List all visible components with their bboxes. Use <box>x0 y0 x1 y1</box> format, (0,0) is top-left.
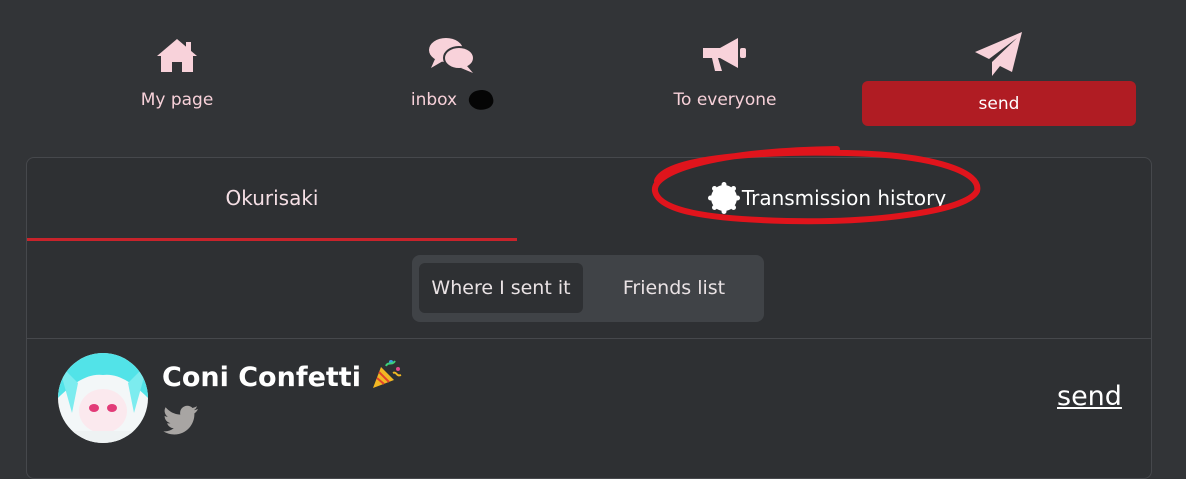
tab-transmission-history-label: Transmission history <box>741 186 947 210</box>
nav-my-page[interactable]: My page <box>40 26 314 126</box>
nav-send-label: send <box>978 93 1020 114</box>
badge-icon <box>707 182 740 214</box>
segmented-control: Where I sent it Friends list <box>412 255 764 322</box>
twitter-icon[interactable] <box>163 405 199 439</box>
user-name: Coni Confetti <box>162 357 403 398</box>
tab-okurisaki-label: Okurisaki <box>225 186 319 210</box>
redaction-mark <box>466 87 496 113</box>
nav-inbox[interactable]: inbox <box>315 26 589 126</box>
avatar[interactable] <box>58 353 148 443</box>
segment-where-i-sent-it-label: Where I sent it <box>431 277 571 299</box>
list-item: Coni Confetti send <box>27 339 1151 479</box>
segment-friends-list[interactable]: Friends list <box>590 263 758 313</box>
send-link[interactable]: send <box>1057 381 1122 412</box>
paper-plane-icon <box>972 30 1026 82</box>
party-popper-icon <box>369 357 403 398</box>
nav-to-everyone[interactable]: To everyone <box>588 26 862 126</box>
nav-send[interactable]: send <box>862 81 1136 126</box>
house-icon <box>155 30 199 80</box>
tab-okurisaki[interactable]: Okurisaki <box>27 158 517 241</box>
segment-friends-list-label: Friends list <box>622 277 726 299</box>
tab-transmission-history[interactable]: Transmission history <box>587 158 1067 238</box>
nav-to-everyone-label: To everyone <box>673 90 777 110</box>
send-panel: Okurisaki Transmission history Where I s… <box>26 146 1152 479</box>
segment-where-i-sent-it[interactable]: Where I sent it <box>419 263 583 313</box>
megaphone-icon <box>700 30 750 80</box>
user-name-text: Coni Confetti <box>162 362 361 393</box>
nav-inbox-label: inbox <box>410 90 458 110</box>
chat-bubbles-icon <box>427 30 477 80</box>
nav-my-page-label: My page <box>140 90 214 110</box>
